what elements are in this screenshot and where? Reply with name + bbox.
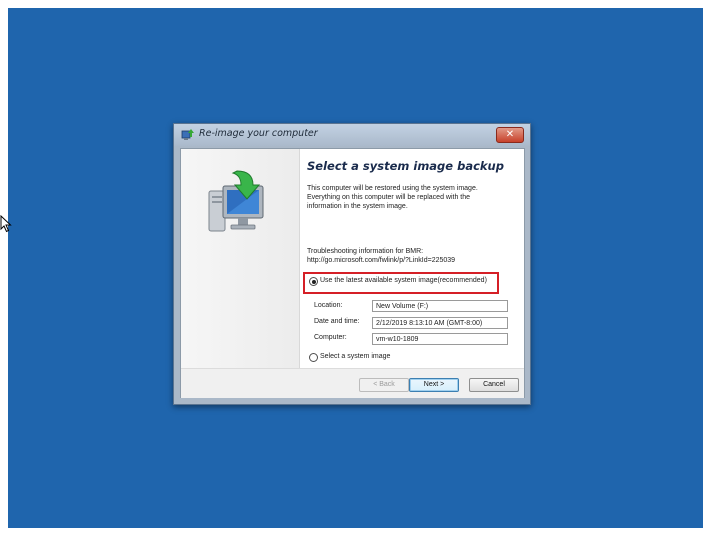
troubleshooting-line: Troubleshooting information for BMR: [307, 248, 424, 255]
select-image-label[interactable]: Select a system image [320, 353, 390, 360]
radio-selected-dot [311, 279, 316, 284]
close-button[interactable]: ✕ [496, 127, 524, 143]
description-line: This computer will be restored using the… [307, 185, 478, 192]
computer-restore-illustration [208, 170, 264, 232]
title-bar[interactable]: Re-image your computer ✕ [174, 124, 530, 146]
location-label: Location: [314, 302, 343, 309]
latest-image-label[interactable]: Use the latest available system image(re… [320, 277, 487, 284]
illustration-pane [181, 149, 300, 368]
datetime-label: Date and time: [314, 318, 360, 325]
computer-label: Computer: [314, 334, 347, 341]
datetime-field: 2/12/2019 8:13:10 AM (GMT-8:00) [372, 317, 508, 329]
computer-field: vm-w10-1809 [372, 333, 508, 345]
troubleshooting-text: Troubleshooting information for BMR: htt… [307, 247, 455, 265]
description-line: Everything on this computer will be repl… [307, 194, 471, 201]
location-field: New Volume (F:) [372, 300, 508, 312]
window-title: Re-image your computer [199, 128, 318, 139]
button-bar: < Back Next > Cancel [181, 368, 524, 398]
select-image-radio[interactable] [309, 353, 318, 362]
content-pane: Select a system image backup This comput… [301, 149, 523, 368]
cancel-button[interactable]: Cancel [469, 378, 519, 392]
description-text: This computer will be restored using the… [307, 184, 507, 211]
next-button[interactable]: Next > [409, 378, 459, 392]
backup-restore-icon [181, 129, 194, 140]
back-button[interactable]: < Back [359, 378, 409, 392]
reimage-dialog: Re-image your computer ✕ Select a system… [173, 123, 531, 405]
close-icon: ✕ [505, 129, 515, 140]
latest-image-radio[interactable] [309, 277, 318, 286]
description-line: information in the system image. [307, 203, 408, 210]
troubleshooting-link: http://go.microsoft.com/fwlink/p/?LinkId… [307, 257, 456, 264]
dialog-client-area: Select a system image backup This comput… [180, 148, 525, 398]
page-heading: Select a system image backup [307, 159, 504, 173]
mouse-cursor-icon [0, 215, 12, 233]
